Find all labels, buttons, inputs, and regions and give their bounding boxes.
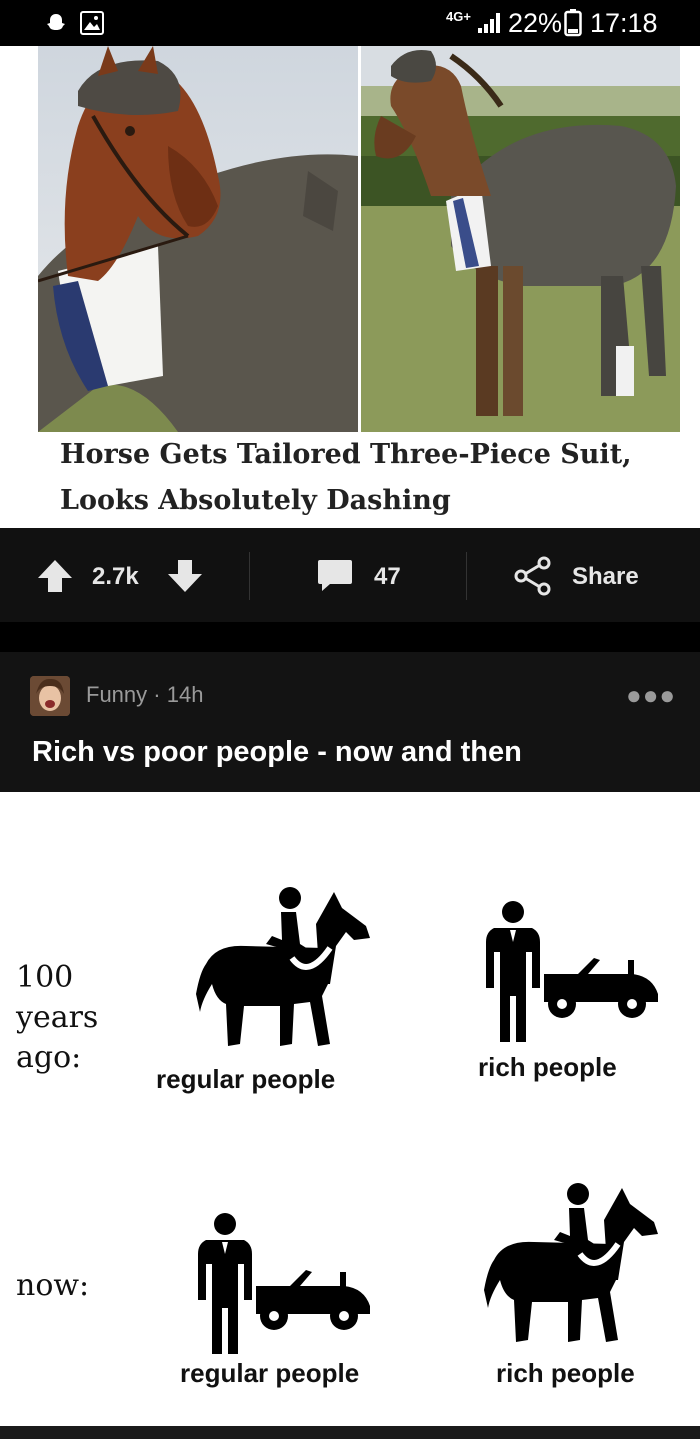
post-separator (0, 622, 700, 652)
row2-label: now: (16, 1268, 90, 1303)
network-type: 4G+ (446, 9, 471, 24)
bottom-edge (0, 1426, 700, 1439)
row1-label: 100 years ago: (16, 958, 98, 1078)
row1-label-line: ago: (16, 1040, 82, 1075)
post-age: 14h (166, 682, 204, 707)
horse-photo-right (361, 46, 680, 432)
share-button[interactable]: Share (572, 563, 639, 591)
signal-icon (478, 13, 500, 33)
battery-percent: 22% (508, 8, 563, 38)
post-action-bar: 2.7k 47 Share (0, 528, 700, 622)
share-icon[interactable] (514, 556, 552, 596)
comment-icon[interactable] (316, 558, 354, 594)
horse-rider-icon (484, 1183, 658, 1342)
avatar[interactable] (30, 676, 70, 716)
divider (249, 552, 250, 600)
post-title[interactable]: Rich vs poor people - now and then (32, 736, 522, 769)
row2-right-caption: rich people (496, 1358, 635, 1388)
gallery-icon (80, 11, 104, 35)
row1-label-line: 100 (16, 960, 74, 995)
row1-left-caption: regular people (156, 1064, 336, 1094)
upvote-icon[interactable] (36, 558, 74, 594)
man-car-icon (486, 901, 658, 1042)
comment-count[interactable]: 47 (374, 563, 401, 591)
row1-right-caption: rich people (478, 1052, 617, 1082)
horse-rider-icon (196, 887, 370, 1046)
clock: 17:18 (590, 8, 658, 38)
row2-left-caption: regular people (180, 1358, 360, 1388)
status-bar: 4G+ 22% 17:18 (0, 0, 700, 46)
post-meta: Funny · 14h (86, 682, 203, 708)
more-options-icon[interactable]: ●●● (626, 680, 676, 711)
man-car-icon (198, 1213, 370, 1354)
divider (466, 552, 467, 600)
post-header (0, 652, 700, 792)
upvote-count: 2.7k (92, 563, 139, 590)
post-image[interactable]: 100 years ago: regular people rich peopl… (0, 792, 700, 1426)
downvote-icon[interactable] (166, 558, 204, 594)
headline-line-2: Looks Absolutely Dashing (60, 485, 451, 516)
post-headline: Horse Gets Tailored Three-Piece Suit, Lo… (60, 432, 680, 524)
headline-line-1: Horse Gets Tailored Three-Piece Suit, (60, 439, 632, 470)
row1-label-line: years (16, 1000, 99, 1035)
snapchat-icon (47, 14, 65, 30)
battery-icon (564, 9, 582, 37)
meta-separator: · (147, 682, 167, 707)
section-name[interactable]: Funny (86, 682, 147, 707)
horse-photo-left (38, 46, 358, 432)
